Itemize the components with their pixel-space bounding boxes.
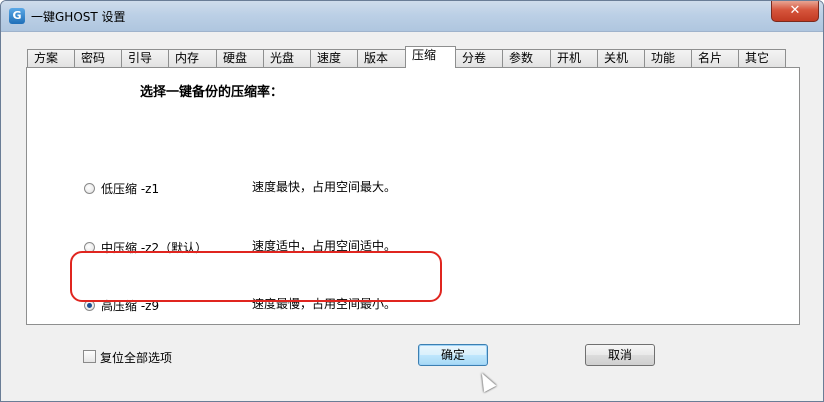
option-label-low[interactable]: 低压缩 -z1 <box>101 180 159 197</box>
reset-all-label[interactable]: 复位全部选项 <box>100 349 172 366</box>
tab-shutdown[interactable]: 关机 <box>597 49 645 67</box>
ok-button[interactable]: 确定 <box>418 344 488 366</box>
tab-cdrom[interactable]: 光盘 <box>263 49 311 67</box>
title-bar[interactable]: G 一键GHOST 设置 ✕ <box>1 1 823 32</box>
tab-params[interactable]: 参数 <box>502 49 551 67</box>
tab-compression[interactable]: 压缩 <box>405 46 456 68</box>
compression-heading: 选择一键备份的压缩率： <box>140 85 284 100</box>
compression-panel: 选择一键备份的压缩率： 低压缩 -z1 速度最快，占用空间最大。 中压缩 -z2… <box>26 67 800 325</box>
reset-all-checkbox[interactable] <box>83 350 96 363</box>
tab-startup[interactable]: 开机 <box>550 49 598 67</box>
tab-memory[interactable]: 内存 <box>168 49 217 67</box>
window-title: 一键GHOST 设置 <box>31 10 126 24</box>
tab-password[interactable]: 密码 <box>74 49 122 67</box>
tab-boot[interactable]: 引导 <box>121 49 169 67</box>
tab-disk[interactable]: 硬盘 <box>216 49 264 67</box>
tab-version[interactable]: 版本 <box>357 49 407 67</box>
ghost-app-icon: G <box>9 8 25 24</box>
settings-window: G 一键GHOST 设置 ✕ 方案 密码 引导 内存 硬盘 光盘 速度 版本 压… <box>0 0 824 402</box>
tab-other[interactable]: 其它 <box>738 49 786 67</box>
radio-low-compression[interactable] <box>84 183 95 194</box>
cancel-button[interactable]: 取消 <box>585 344 655 366</box>
tab-scheme[interactable]: 方案 <box>27 49 75 67</box>
tab-split[interactable]: 分卷 <box>455 49 503 67</box>
tab-features[interactable]: 功能 <box>644 49 692 67</box>
tab-speed[interactable]: 速度 <box>310 49 358 67</box>
tab-card[interactable]: 名片 <box>691 49 739 67</box>
close-icon: ✕ <box>789 3 801 18</box>
dialog-client-area: 方案 密码 引导 内存 硬盘 光盘 速度 版本 压缩 分卷 参数 开机 关机 功… <box>8 32 816 393</box>
option-description-low: 速度最快，占用空间最大。 <box>252 180 397 194</box>
close-button[interactable]: ✕ <box>771 1 819 22</box>
selection-highlight-box <box>70 251 442 302</box>
mouse-pointer-icon <box>475 369 497 393</box>
